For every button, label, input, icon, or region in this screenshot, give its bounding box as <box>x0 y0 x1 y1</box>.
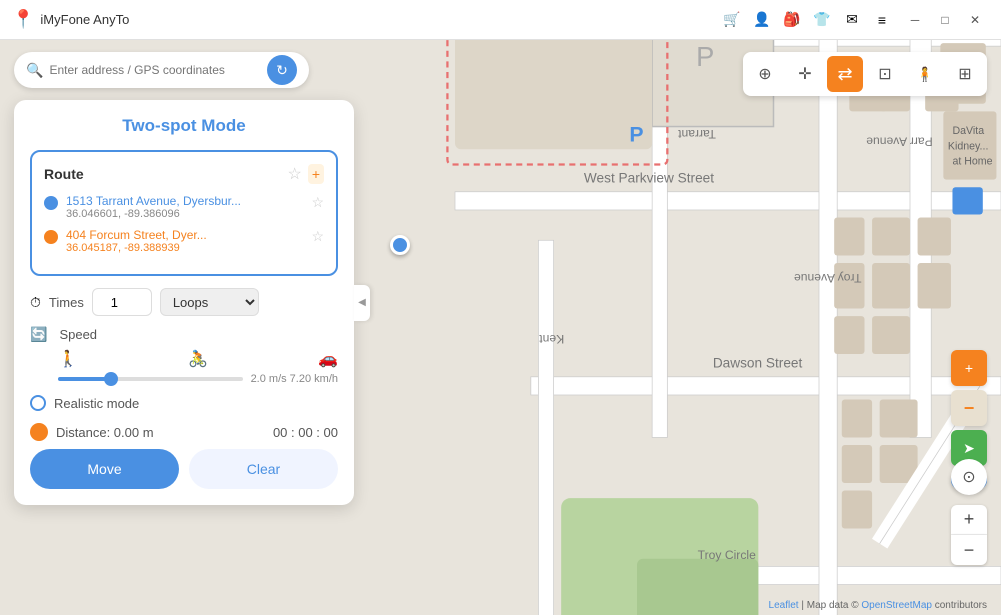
zoom-in-button[interactable]: + <box>951 505 987 535</box>
times-row: ⏱ Times Loops Round-trip <box>30 288 338 316</box>
mail-icon[interactable]: ✉ <box>841 9 863 31</box>
end-coords: 36.045187, -89.388939 <box>66 242 303 254</box>
bike-icon: 🚴 <box>188 349 208 369</box>
time-text: 00 : 00 : 00 <box>273 425 338 440</box>
cart-icon[interactable]: 🛒 <box>721 9 743 31</box>
waypoint-row-end: 404 Forcum Street, Dyer... 36.045187, -8… <box>44 228 324 254</box>
title-bar: 📍 iMyFone AnyTo 🛒 👤 🎒 👕 ✉ ≡ ─ □ ✕ <box>0 0 1001 40</box>
svg-text:P: P <box>696 41 714 72</box>
distance-icon <box>30 423 48 441</box>
speed-label: Speed <box>59 327 97 342</box>
route-star-icon[interactable]: ☆ <box>287 164 301 184</box>
route-tool[interactable]: ⇄ <box>827 56 863 92</box>
waypoint-row-start: 1513 Tarrant Avenue, Dyersbur... 36.0466… <box>44 194 324 220</box>
search-icon: 🔍 <box>26 62 43 79</box>
person-tool[interactable]: 🧍 <box>907 56 943 92</box>
speed-slider[interactable] <box>58 377 243 381</box>
times-label: Times <box>49 295 84 310</box>
realistic-mode-radio[interactable] <box>30 395 46 411</box>
close-button[interactable]: ✕ <box>961 6 989 34</box>
osm-link[interactable]: OpenStreetMap <box>861 600 932 611</box>
leaflet-link[interactable]: Leaflet <box>769 600 799 611</box>
route-header: Route ☆ + <box>44 164 324 184</box>
svg-text:at Home: at Home <box>952 155 992 167</box>
route-box: Route ☆ + 1513 Tarrant Avenue, Dyersbur.… <box>30 150 338 276</box>
start-name[interactable]: 1513 Tarrant Avenue, Dyersbur... <box>66 194 303 208</box>
realistic-mode-row: Realistic mode <box>30 395 338 411</box>
times-input[interactable] <box>92 288 152 316</box>
waypoint-info-end: 404 Forcum Street, Dyer... 36.045187, -8… <box>66 228 303 254</box>
export-tool[interactable]: ⊞ <box>947 56 983 92</box>
minimize-button[interactable]: ─ <box>901 6 929 34</box>
route-add-icon[interactable]: + <box>308 164 324 184</box>
app-logo: 📍 <box>12 9 34 30</box>
route-header-icons: ☆ + <box>287 164 324 184</box>
start-pin[interactable] <box>390 235 410 255</box>
distance-row: Distance: 0.00 m 00 : 00 : 00 <box>30 423 338 441</box>
distance-text: Distance: 0.00 m <box>56 425 273 440</box>
svg-text:P: P <box>629 124 643 147</box>
search-input[interactable] <box>49 63 259 77</box>
start-dot <box>44 196 58 210</box>
crosshair-tool[interactable]: ⊕ <box>747 56 783 92</box>
map-area[interactable]: P P P DaVita Kidney... at Home West Tick… <box>0 40 1001 615</box>
realistic-mode-label: Realistic mode <box>54 396 139 411</box>
walk-icon: 🚶 <box>58 349 78 369</box>
svg-text:West Parkview Street: West Parkview Street <box>584 171 714 186</box>
car-icon: 🚗 <box>318 349 338 369</box>
zoom-controls: + − <box>951 505 987 565</box>
move-tool[interactable]: ✛ <box>787 56 823 92</box>
svg-text:Parr Avenue: Parr Avenue <box>866 135 933 149</box>
contributors-text: contributors <box>935 600 987 611</box>
app-title: iMyFone AnyTo <box>40 12 721 27</box>
zoom-out-button[interactable]: − <box>951 535 987 565</box>
attribution-text: | Map data © <box>801 600 861 611</box>
start-coords: 36.046601, -89.386096 <box>66 208 303 220</box>
svg-text:Troy Avenue: Troy Avenue <box>794 271 862 285</box>
waypoint-info-start: 1513 Tarrant Avenue, Dyersbur... 36.0466… <box>66 194 303 220</box>
end-dot <box>44 230 58 244</box>
loops-select[interactable]: Loops Round-trip <box>160 288 259 316</box>
speed-thumb[interactable] <box>104 372 118 386</box>
map-toolbar: ⊕ ✛ ⇄ ⊡ 🧍 ⊞ <box>743 52 987 96</box>
compass-button[interactable]: ⊙ <box>951 459 987 495</box>
shirt-icon[interactable]: 👕 <box>811 9 833 31</box>
profile-icon[interactable]: 👤 <box>751 9 773 31</box>
title-bar-icons: 🛒 👤 🎒 👕 ✉ ≡ <box>721 9 893 31</box>
map-attribution: Leaflet | Map data © OpenStreetMap contr… <box>769 600 987 611</box>
speed-row: 🔄 Speed 🚶 🚴 🚗 2.0 m/s 7.20 km/h <box>30 326 338 385</box>
end-star-icon[interactable]: ☆ <box>311 228 324 245</box>
svg-text:Troy Circle: Troy Circle <box>698 548 756 562</box>
action-buttons: Move Clear <box>30 449 338 489</box>
svg-text:Dawson Street: Dawson Street <box>713 356 803 371</box>
main-container: P P P DaVita Kidney... at Home West Tick… <box>0 40 1001 615</box>
start-star-icon[interactable]: ☆ <box>311 194 324 211</box>
route-label: Route <box>44 166 287 182</box>
bag-icon[interactable]: 🎒 <box>781 9 803 31</box>
refresh-button[interactable]: ↻ <box>267 55 297 85</box>
move-button[interactable]: Move <box>30 449 179 489</box>
panel-title: Two-spot Mode <box>30 116 338 136</box>
window-controls: ─ □ ✕ <box>901 6 989 34</box>
svg-text:DaVita: DaVita <box>952 125 984 137</box>
search-bar[interactable]: 🔍 ↻ <box>14 52 309 88</box>
add-point-button[interactable]: + <box>951 350 987 386</box>
svg-text:Kidney...: Kidney... <box>948 140 989 152</box>
clear-button[interactable]: Clear <box>189 449 338 489</box>
maximize-button[interactable]: □ <box>931 6 959 34</box>
end-name[interactable]: 404 Forcum Street, Dyer... <box>66 228 303 242</box>
speed-value: 2.0 m/s 7.20 km/h <box>251 373 338 385</box>
area-tool[interactable]: ⊡ <box>867 56 903 92</box>
speed-header: 🔄 Speed <box>30 326 338 343</box>
menu-icon[interactable]: ≡ <box>871 9 893 31</box>
remove-point-button[interactable]: − <box>951 390 987 426</box>
collapse-button[interactable]: ◀ <box>354 285 370 321</box>
left-panel: Two-spot Mode Route ☆ + 1513 Tarrant Ave… <box>14 100 354 505</box>
svg-text:Tarrant: Tarrant <box>677 127 715 141</box>
svg-text:Kent: Kent <box>539 332 565 346</box>
